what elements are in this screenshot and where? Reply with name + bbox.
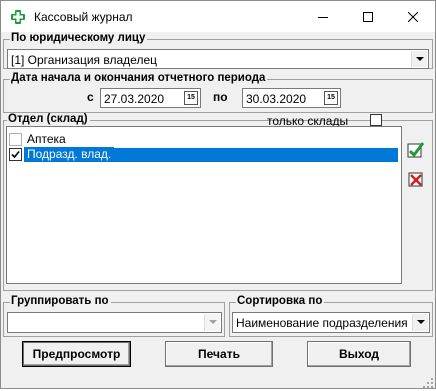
department-legend: Отдел (склад) <box>7 113 90 125</box>
checkmark-icon <box>11 150 20 159</box>
date-from-value: 27.03.2020 <box>104 92 165 106</box>
close-icon <box>407 11 418 22</box>
chevron-down-icon[interactable] <box>411 51 427 67</box>
legal-entity-group: По юридическому лицу [1] Организация вла… <box>3 32 433 69</box>
legal-entity-select[interactable]: [1] Организация владелец <box>7 49 429 69</box>
status-bar <box>1 373 435 388</box>
list-item-selected[interactable]: Подразд. влад. <box>9 147 115 162</box>
list-item-label: Аптека <box>27 132 66 146</box>
item-checkbox-checked[interactable] <box>9 148 22 161</box>
kassovy-zhurnal-window: Кассовый журнал По юридическому лицу [1]… <box>0 0 436 389</box>
sort-by-legend: Сортировка по <box>236 295 325 307</box>
calendar-icon[interactable]: 15 <box>324 91 338 105</box>
chevron-down-icon[interactable] <box>412 314 428 331</box>
green-cross-icon <box>10 9 26 25</box>
close-button[interactable] <box>390 1 435 32</box>
sort-by-select[interactable]: Наименование подразделения <box>232 312 430 333</box>
only-warehouses-checkbox[interactable] <box>370 114 382 126</box>
red-cross-icon[interactable] <box>407 170 425 188</box>
period-legend: Дата начала и окончания отчетного период… <box>10 72 268 84</box>
sort-by-group: Сортировка по Наименование подразделения <box>229 295 433 337</box>
group-by-legend: Группировать по <box>10 295 111 307</box>
date-from-field[interactable]: 27.03.2020 15 <box>100 88 201 108</box>
date-to-value: 30.03.2020 <box>246 92 307 106</box>
window-title: Кассовый журнал <box>34 10 133 24</box>
print-button[interactable]: Печать <box>165 341 273 367</box>
title-bar[interactable]: Кассовый журнал <box>1 1 435 32</box>
date-to-field[interactable]: 30.03.2020 15 <box>242 88 341 108</box>
minimize-icon <box>317 16 328 18</box>
list-item-label: Подразд. влад. <box>24 147 115 162</box>
preview-button[interactable]: Предпросмотр <box>22 341 131 367</box>
list-item[interactable]: Аптека <box>9 132 69 147</box>
minimize-button[interactable] <box>300 1 345 32</box>
group-by-select[interactable] <box>7 312 222 333</box>
resize-grip-icon[interactable] <box>423 377 433 388</box>
department-list[interactable]: Аптека Подразд. влад. <box>6 126 402 284</box>
exit-button[interactable]: Выход <box>307 341 411 367</box>
date-from-label: с <box>87 90 94 104</box>
green-check-icon[interactable] <box>407 141 425 159</box>
group-by-group: Группировать по <box>3 295 225 337</box>
maximize-button[interactable] <box>345 1 390 32</box>
maximize-icon <box>362 11 373 22</box>
chevron-down-icon[interactable] <box>204 314 220 331</box>
period-group: Дата начала и окончания отчетного период… <box>3 72 433 113</box>
item-checkbox[interactable] <box>9 133 22 146</box>
date-to-label: по <box>213 90 228 104</box>
calendar-icon[interactable]: 15 <box>184 91 198 105</box>
legal-entity-value: [1] Организация владелец <box>11 53 157 67</box>
sort-by-value: Наименование подразделения <box>236 316 408 330</box>
legal-entity-legend: По юридическому лицу <box>10 32 148 44</box>
